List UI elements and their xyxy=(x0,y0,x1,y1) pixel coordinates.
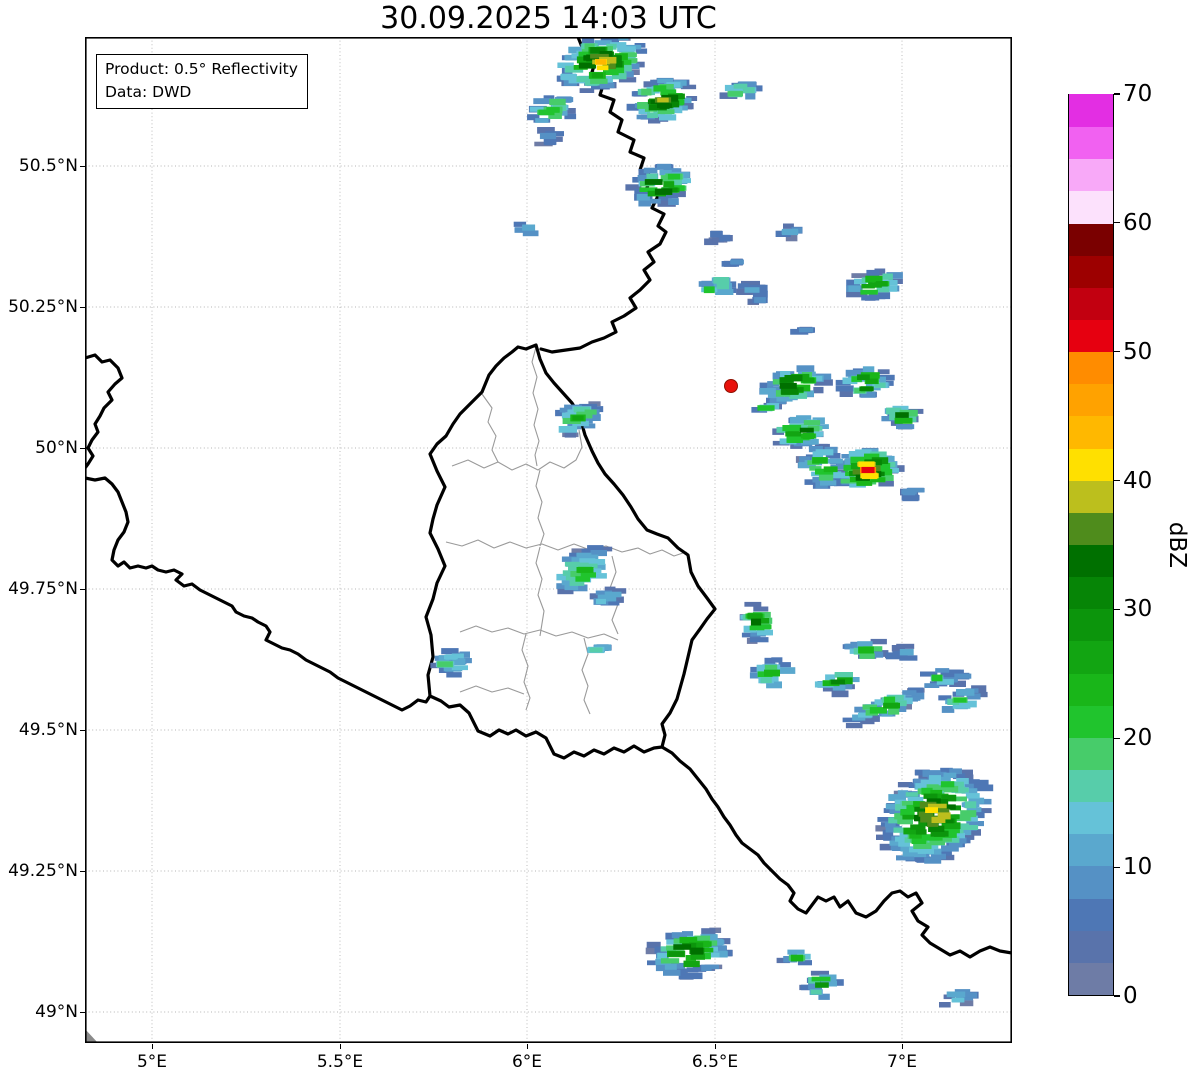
border-belgium-france-loop xyxy=(85,353,124,470)
x-tick-label: 6.5°E xyxy=(691,1052,739,1072)
colorbar-segment xyxy=(1069,447,1113,481)
colorbar-segment xyxy=(1069,350,1113,385)
colorbar-tick-mark xyxy=(1114,222,1120,224)
x-tick-label: 7°E xyxy=(886,1052,918,1072)
x-tick-label: 5°E xyxy=(136,1052,168,1072)
axes-frame xyxy=(85,37,1012,1043)
colorbar-segment xyxy=(1069,672,1113,706)
colorbar-segment xyxy=(1069,382,1113,417)
y-tick-label: 49.25°N xyxy=(8,861,78,881)
colorbar-unit-label: dBZ xyxy=(1164,521,1190,569)
colorbar-tick-mark xyxy=(1114,479,1120,482)
colorbar-segment xyxy=(1069,543,1113,578)
y-tick-mark xyxy=(80,447,85,449)
y-tick-mark xyxy=(80,588,85,590)
colorbar-tick-label: 20 xyxy=(1123,725,1153,752)
corner-triangle xyxy=(85,1029,98,1043)
colorbar-segment xyxy=(1069,736,1113,770)
colorbar-tick-label: 70 xyxy=(1123,81,1153,107)
border-belgium-france xyxy=(85,476,432,712)
data-source-line: Data: DWD xyxy=(105,83,192,101)
y-tick-mark xyxy=(80,306,85,308)
colorbar-segment xyxy=(1069,832,1113,867)
y-tick-label: 49.5°N xyxy=(18,720,78,740)
colorbar-tick-label: 60 xyxy=(1123,209,1153,236)
x-tick-mark xyxy=(339,1044,341,1049)
colorbar-segment xyxy=(1069,318,1113,353)
colorbar-segment xyxy=(1069,575,1113,610)
colorbar-segment xyxy=(1069,800,1113,835)
y-tick-label: 50°N xyxy=(35,438,78,458)
colorbar-tick-mark xyxy=(1114,995,1120,997)
y-tick-mark xyxy=(80,165,85,167)
colorbar-segment xyxy=(1069,415,1113,449)
x-tick-mark xyxy=(714,1044,716,1049)
y-tick-mark xyxy=(80,729,85,731)
x-tick-label: 6°E xyxy=(511,1052,543,1072)
map-plot-area: Product: 0.5° Reflectivity Data: DWD xyxy=(85,37,1012,1043)
x-tick-mark xyxy=(151,1044,153,1049)
colorbar-segment xyxy=(1069,125,1113,160)
x-tick-label: 5.5°E xyxy=(316,1052,364,1072)
x-tick-mark xyxy=(901,1044,903,1049)
colorbar-tick-label: 50 xyxy=(1123,338,1153,365)
x-tick-mark xyxy=(526,1044,528,1049)
country-borders xyxy=(85,37,1012,959)
colorbar-tick-label: 30 xyxy=(1123,596,1153,623)
colorbar-tick-mark xyxy=(1114,737,1120,739)
colorbar xyxy=(1068,93,1114,996)
colorbar-tick-mark xyxy=(1114,866,1120,868)
colorbar-tick-label: 40 xyxy=(1123,467,1153,494)
colorbar-segment xyxy=(1069,865,1113,899)
product-line: Product: 0.5° Reflectivity xyxy=(105,60,298,78)
colorbar-tick-mark xyxy=(1114,93,1120,95)
y-tick-label: 49.75°N xyxy=(8,579,78,599)
colorbar-tick-mark xyxy=(1114,351,1120,353)
colorbar-tick-label: 10 xyxy=(1123,854,1153,881)
colorbar-segment xyxy=(1069,511,1113,545)
colorbar-segment xyxy=(1069,768,1113,803)
y-tick-label: 50.5°N xyxy=(18,156,78,176)
radar-cells xyxy=(430,37,994,1008)
colorbar-segment xyxy=(1069,286,1113,320)
colorbar-segment xyxy=(1069,93,1113,128)
colorbar-segment xyxy=(1069,929,1113,963)
y-tick-mark xyxy=(80,1011,85,1013)
colorbar-tick-label: 0 xyxy=(1123,983,1138,1009)
radar-map-figure: 30.09.2025 14:03 UTC Product: 0.5° Refle… xyxy=(0,0,1202,1081)
colorbar-segment xyxy=(1069,254,1113,288)
colorbar-segment xyxy=(1069,607,1113,642)
y-tick-mark xyxy=(80,870,85,872)
colorbar-segment xyxy=(1069,897,1113,931)
colorbar-segment xyxy=(1069,961,1113,995)
colorbar-tick-mark xyxy=(1114,608,1120,611)
map-svg xyxy=(85,37,1012,1043)
y-tick-label: 49°N xyxy=(35,1002,78,1022)
colorbar-segment xyxy=(1069,640,1113,674)
location-marker xyxy=(724,379,738,393)
colorbar-segment xyxy=(1069,190,1113,224)
colorbar-segment xyxy=(1069,704,1113,738)
colorbar-segment xyxy=(1069,157,1113,192)
grid-lines xyxy=(85,37,1012,1043)
colorbar-segment xyxy=(1069,479,1113,513)
figure-title: 30.09.2025 14:03 UTC xyxy=(380,1,717,36)
y-tick-label: 50.25°N xyxy=(8,297,78,317)
colorbar-segment xyxy=(1069,222,1113,256)
product-info-box: Product: 0.5° Reflectivity Data: DWD xyxy=(96,54,308,109)
